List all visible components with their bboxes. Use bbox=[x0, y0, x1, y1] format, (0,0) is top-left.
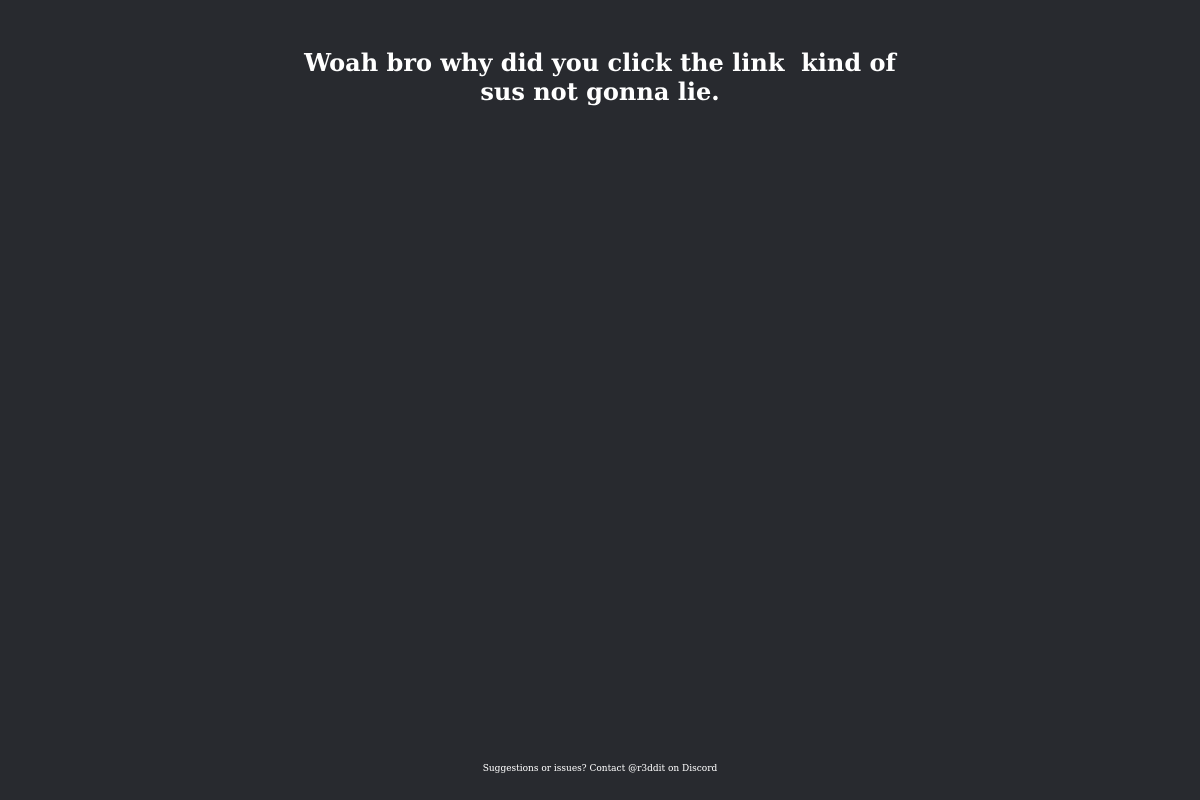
page-root: { "page": { "headline": "Woah bro why di… bbox=[0, 0, 1200, 800]
page-headline: Woah bro why did you click the link kind… bbox=[304, 48, 905, 106]
footer-contact-text: Suggestions or issues? Contact @r3ddit o… bbox=[482, 764, 718, 774]
